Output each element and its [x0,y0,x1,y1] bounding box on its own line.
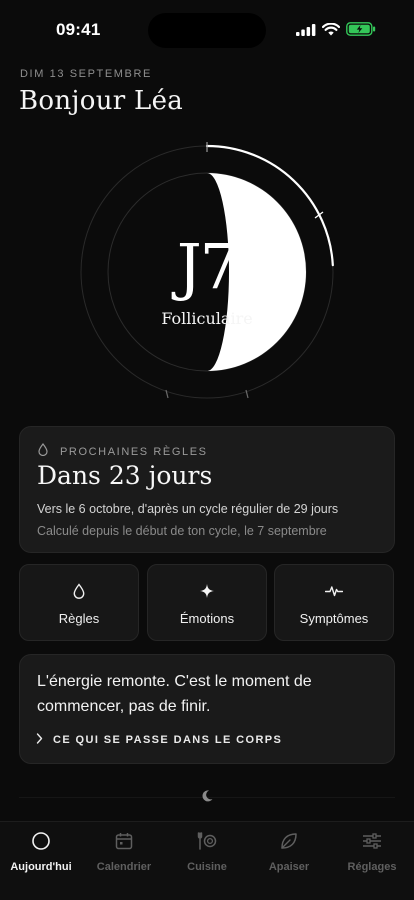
signal-icon [296,23,316,41]
circle-icon [0,830,82,852]
tab-calendar-label: Calendrier [96,861,152,873]
drop-icon [20,582,138,600]
calendar-icon [83,830,165,852]
tab-settings[interactable]: Réglages [331,830,413,880]
battery-icon [346,22,376,41]
next-period-title: Dans 23 jours [37,461,213,490]
log-period-button[interactable]: Règles [19,564,139,641]
drop-icon [38,443,48,461]
body-info-link[interactable]: CE QUI SE PASSE DANS LE CORPS [36,731,282,749]
tab-soothe-label: Apaiser [268,861,310,873]
next-period-detail: Vers le 6 octobre, d'après un cycle régu… [37,502,339,516]
date-label: DIM 13 SEPTEMBRE [20,68,152,80]
dish-icon [166,830,248,852]
pulse-icon [275,582,393,600]
dynamic-island [148,13,266,48]
sliders-icon [331,830,413,852]
tab-today-label: Aujourd'hui [10,861,72,873]
crescent-moon-icon [200,789,214,808]
status-time: 09:41 [56,20,101,39]
tab-kitchen[interactable]: Cuisine [166,830,248,880]
tab-soothe[interactable]: Apaiser [248,830,330,880]
next-period-calculation: Calculé depuis le début de ton cycle, le… [37,524,327,538]
body-info-link-label: CE QUI SE PASSE DANS LE CORPS [53,734,283,746]
cycle-day-label: J7 [176,230,239,303]
tab-settings-label: Réglages [347,861,397,873]
leaf-icon [248,830,330,852]
log-symptoms-label: Symptômes [299,611,369,626]
next-period-header: PROCHAINES RÈGLES [38,443,208,461]
log-period-label: Règles [58,611,100,626]
tab-today[interactable]: Aujourd'hui [0,830,82,880]
log-emotions-button[interactable]: Émotions [147,564,267,641]
next-period-label: PROCHAINES RÈGLES [60,446,208,458]
next-period-card[interactable]: PROCHAINES RÈGLES Dans 23 jours Vers le … [19,426,395,553]
tab-calendar[interactable]: Calendrier [83,830,165,880]
chevron-right-icon [36,731,43,749]
sparkle-icon [148,582,266,600]
log-emotions-label: Émotions [179,611,235,626]
cycle-phase-label: Folliculaire [161,309,253,328]
log-symptoms-button[interactable]: Symptômes [274,564,394,641]
status-icons [296,22,376,41]
greeting-title: Bonjour Léa [19,86,184,116]
tab-bar: Aujourd'hui Calendrier Cuisine Apaiser R… [0,821,414,900]
insight-text: L'énergie remonte. C'est le moment de co… [37,673,312,715]
tab-kitchen-label: Cuisine [187,861,227,873]
wifi-icon [321,22,341,41]
status-bar: 09:41 [0,0,414,62]
